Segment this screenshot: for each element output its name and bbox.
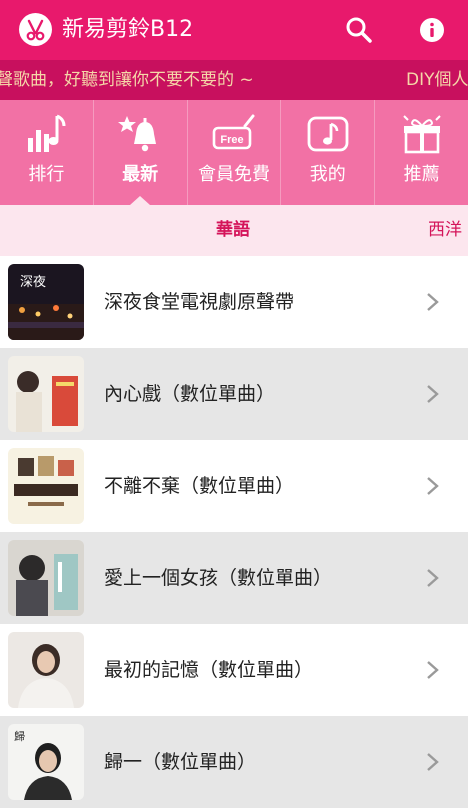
song-list: 深夜 深夜食堂電視劇原聲帶 內心戲（數位單曲） 不離不棄（數位單曲） 愛上一個女… (0, 256, 468, 808)
album-cover: 深夜 (8, 264, 84, 340)
song-title: 內心戲（數位單曲） (104, 383, 276, 405)
album-cover (8, 540, 84, 616)
chevron-right-icon (427, 477, 439, 495)
album-cover (8, 356, 84, 432)
list-item[interactable]: 內心戲（數位單曲） (0, 348, 468, 440)
chevron-right-icon (427, 569, 439, 587)
search-icon[interactable] (343, 14, 375, 46)
list-item[interactable]: 不離不棄（數位單曲） (0, 440, 468, 532)
song-title: 不離不棄（數位單曲） (104, 475, 295, 497)
marquee-text: 聲歌曲，好聽到讓你不要不要的 ~ (0, 70, 254, 90)
sub-tabs: 華語 西洋 (0, 205, 468, 256)
tab-recommend[interactable]: 推薦 (375, 100, 468, 205)
app-bar: 新易剪鈴B12 (0, 0, 468, 60)
my-music-icon (307, 116, 349, 152)
subtab-western[interactable]: 西洋 (428, 205, 462, 256)
list-item[interactable]: 歸 歸一（數位單曲） (0, 716, 468, 808)
tab-latest[interactable]: 最新 (94, 100, 188, 205)
tab-label: 我的 (309, 164, 346, 185)
marquee-banner[interactable]: 聲歌曲，好聽到讓你不要不要的 ~ DIY個人 (0, 60, 468, 100)
list-item[interactable]: 最初的記憶（數位單曲） (0, 624, 468, 716)
list-item[interactable]: 深夜 深夜食堂電視劇原聲帶 (0, 256, 468, 348)
svg-text:深夜: 深夜 (20, 275, 46, 290)
free-tag-icon: Free (212, 114, 255, 150)
gift-icon (402, 115, 441, 154)
song-title: 最初的記憶（數位單曲） (104, 659, 314, 681)
song-title: 歸一（數位單曲） (104, 751, 257, 773)
tab-label: 最新 (122, 164, 159, 185)
info-icon[interactable] (416, 14, 448, 46)
ranking-icon (28, 114, 66, 152)
tab-label: 會員免費 (197, 164, 270, 185)
subtab-mandarin[interactable]: 華語 (216, 205, 250, 256)
tab-label: 排行 (28, 164, 65, 185)
song-title: 愛上一個女孩（數位單曲） (104, 567, 333, 589)
tab-label: 推薦 (403, 164, 440, 185)
list-item[interactable]: 愛上一個女孩（數位單曲） (0, 532, 468, 624)
new-bell-icon (118, 116, 157, 152)
chevron-right-icon (427, 661, 439, 679)
song-title: 深夜食堂電視劇原聲帶 (104, 291, 295, 313)
album-cover (8, 632, 84, 708)
category-tabs: 排行 最新 Free 會員免費 我的 推薦 (0, 100, 468, 205)
tab-member-free[interactable]: Free 會員免費 (188, 100, 282, 205)
active-tab-pointer (130, 196, 150, 205)
svg-text:Free: Free (220, 134, 243, 146)
album-cover (8, 448, 84, 524)
tab-ranking[interactable]: 排行 (0, 100, 94, 205)
chevron-right-icon (427, 385, 439, 403)
album-cover: 歸 (8, 724, 84, 800)
tab-mine[interactable]: 我的 (281, 100, 376, 205)
app-logo-icon (19, 13, 52, 46)
app-title: 新易剪鈴B12 (62, 17, 194, 42)
chevron-right-icon (427, 293, 439, 311)
svg-text:歸: 歸 (14, 729, 25, 743)
marquee-text-next: DIY個人 (406, 70, 468, 90)
chevron-right-icon (427, 753, 439, 771)
